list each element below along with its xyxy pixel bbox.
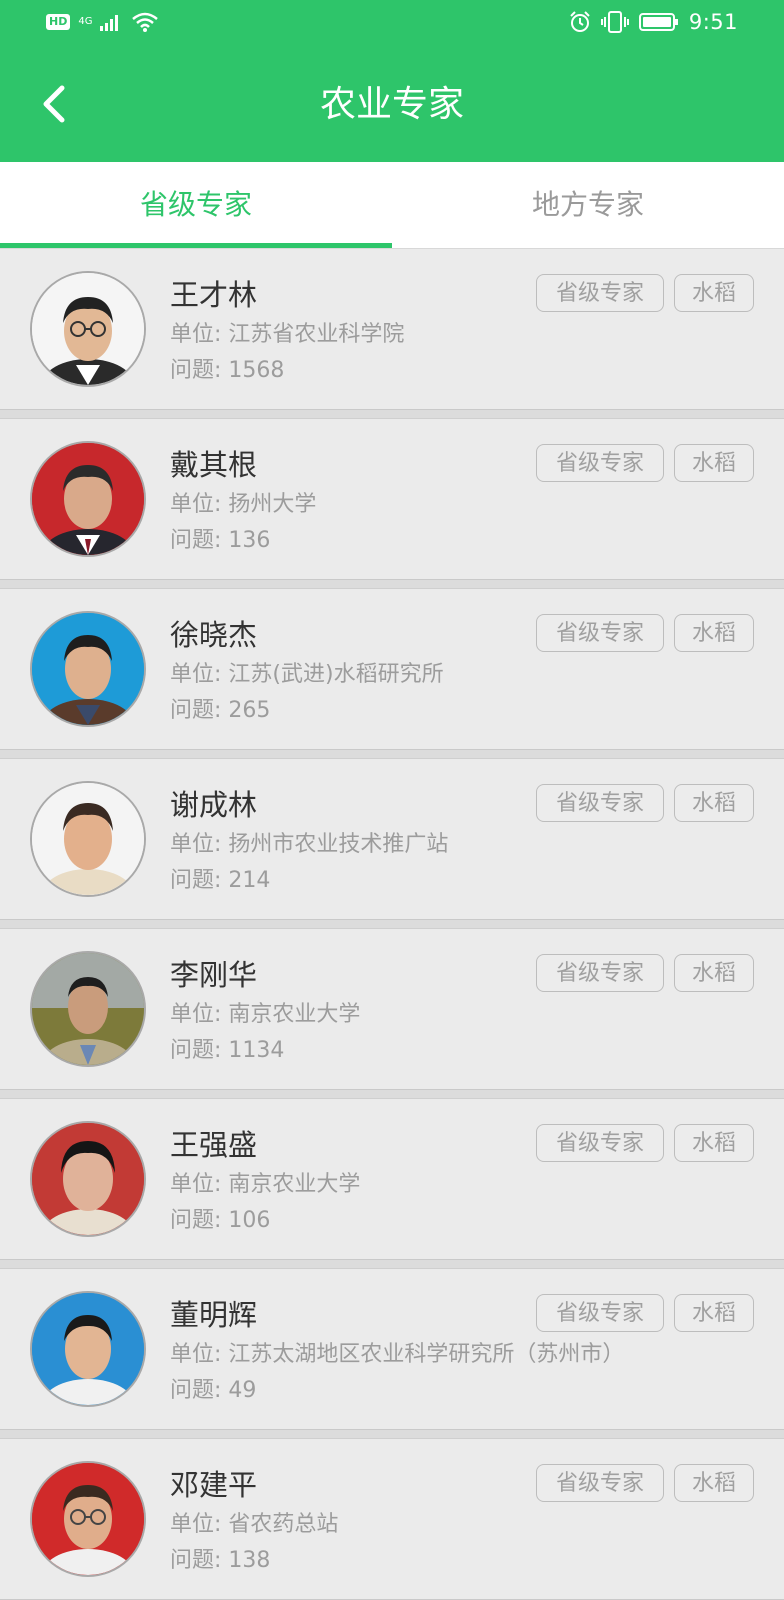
crop-tag: 水稻: [674, 1464, 754, 1502]
expert-unit: 单位: 扬州市农业技术推广站: [170, 832, 449, 857]
avatar: [30, 781, 146, 897]
level-tag: 省级专家: [536, 1294, 664, 1332]
expert-name: 戴其根: [170, 448, 258, 482]
network-type: 4G: [78, 16, 93, 27]
expert-unit: 单位: 扬州大学: [170, 492, 317, 517]
row-divider: [0, 580, 784, 589]
app-header: HD 4G 9:51 农业专家: [0, 0, 784, 162]
expert-question-count: 问题: 214: [170, 868, 271, 893]
expert-row[interactable]: 董明辉 单位: 江苏太湖地区农业科学研究所（苏州市） 问题: 49 省级专家 水…: [0, 1269, 784, 1430]
expert-question-count: 问题: 265: [170, 698, 271, 723]
expert-row[interactable]: 徐晓杰 单位: 江苏(武进)水稻研究所 问题: 265 省级专家 水稻: [0, 589, 784, 750]
expert-name: 王强盛: [170, 1128, 258, 1162]
crop-tag: 水稻: [674, 954, 754, 992]
expert-question-count: 问题: 49: [170, 1378, 257, 1403]
tab-bar: 省级专家 地方专家: [0, 162, 784, 249]
avatar: [30, 951, 146, 1067]
row-divider: [0, 410, 784, 419]
row-divider: [0, 1090, 784, 1099]
alarm-icon: [570, 11, 590, 32]
tab-provincial-experts[interactable]: 省级专家: [0, 162, 392, 248]
expert-row[interactable]: 王才林 单位: 江苏省农业科学院 问题: 1568 省级专家 水稻: [0, 249, 784, 410]
level-tag: 省级专家: [536, 1124, 664, 1162]
crop-tag: 水稻: [674, 1294, 754, 1332]
expert-list[interactable]: 王才林 单位: 江苏省农业科学院 问题: 1568 省级专家 水稻 戴其根 单位…: [0, 249, 784, 1600]
level-tag: 省级专家: [536, 954, 664, 992]
clock: 9:51: [688, 10, 738, 34]
row-divider: [0, 750, 784, 759]
crop-tag: 水稻: [674, 274, 754, 312]
expert-unit: 单位: 南京农业大学: [170, 1172, 361, 1197]
expert-name: 李刚华: [170, 958, 258, 992]
avatar: [30, 1121, 146, 1237]
battery-icon: [638, 13, 678, 31]
avatar: [30, 1291, 146, 1407]
avatar: [30, 441, 146, 557]
expert-name: 徐晓杰: [170, 618, 258, 652]
crop-tag: 水稻: [674, 444, 754, 482]
signal-icon: [100, 15, 119, 31]
avatar: [30, 611, 146, 727]
vibrate-icon: [600, 11, 629, 33]
expert-question-count: 问题: 136: [170, 528, 271, 553]
expert-question-count: 问题: 1568: [170, 358, 285, 383]
crop-tag: 水稻: [674, 784, 754, 822]
avatar: [30, 271, 146, 387]
level-tag: 省级专家: [536, 784, 664, 822]
expert-row[interactable]: 王强盛 单位: 南京农业大学 问题: 106 省级专家 水稻: [0, 1099, 784, 1260]
tab-indicator: [0, 243, 392, 248]
status-bar: HD 4G 9:51: [0, 0, 784, 48]
expert-row[interactable]: 李刚华 单位: 南京农业大学 问题: 1134 省级专家 水稻: [0, 929, 784, 1090]
expert-row[interactable]: 邓建平 单位: 省农药总站 问题: 138 省级专家 水稻: [0, 1439, 784, 1600]
page-title: 农业专家: [319, 84, 464, 125]
crop-tag: 水稻: [674, 614, 754, 652]
expert-name: 王才林: [170, 278, 258, 312]
expert-name: 邓建平: [170, 1468, 258, 1502]
expert-question-count: 问题: 106: [170, 1208, 271, 1233]
expert-unit: 单位: 江苏太湖地区农业科学研究所（苏州市）: [170, 1342, 625, 1367]
expert-question-count: 问题: 1134: [170, 1038, 285, 1063]
row-divider: [0, 1260, 784, 1269]
avatar: [30, 1461, 146, 1577]
expert-question-count: 问题: 138: [170, 1548, 271, 1573]
expert-name: 董明辉: [170, 1298, 258, 1332]
row-divider: [0, 1430, 784, 1439]
level-tag: 省级专家: [536, 444, 664, 482]
expert-unit: 单位: 江苏(武进)水稻研究所: [170, 662, 444, 687]
level-tag: 省级专家: [536, 274, 664, 312]
crop-tag: 水稻: [674, 1124, 754, 1162]
expert-unit: 单位: 南京农业大学: [170, 1002, 361, 1027]
expert-unit: 单位: 江苏省农业科学院: [170, 322, 405, 347]
expert-name: 谢成林: [170, 788, 258, 822]
hd-badge: HD: [46, 14, 71, 30]
tab-local-experts[interactable]: 地方专家: [392, 162, 784, 248]
level-tag: 省级专家: [536, 1464, 664, 1502]
level-tag: 省级专家: [536, 614, 664, 652]
row-divider: [0, 920, 784, 929]
expert-unit: 单位: 省农药总站: [170, 1512, 339, 1537]
wifi-icon: [132, 12, 159, 32]
expert-row[interactable]: 谢成林 单位: 扬州市农业技术推广站 问题: 214 省级专家 水稻: [0, 759, 784, 920]
expert-row[interactable]: 戴其根 单位: 扬州大学 问题: 136 省级专家 水稻: [0, 419, 784, 580]
